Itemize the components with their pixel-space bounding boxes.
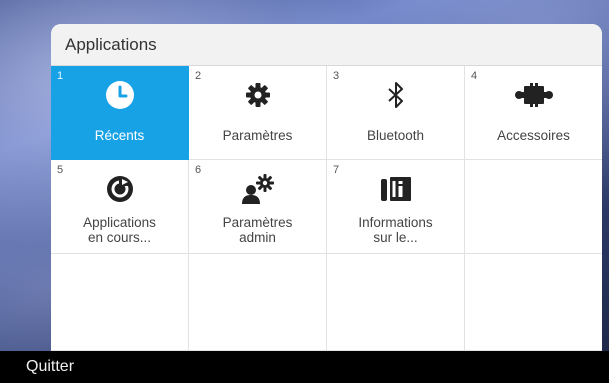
empty-tile: [327, 254, 465, 351]
tile-label: Bluetooth: [366, 128, 425, 143]
tile-label: Récents: [94, 128, 145, 143]
app-tile-phone-info[interactable]: 7 Informations sur le...: [327, 160, 465, 254]
tile-label-line1: Informations: [358, 215, 433, 230]
puzzle-icon: [465, 79, 602, 111]
empty-tile: [465, 160, 602, 254]
tile-label: Applications en cours...: [51, 215, 188, 245]
clock-icon: [51, 79, 188, 111]
gear-icon: [189, 79, 326, 111]
softkey-bar: Quitter: [0, 351, 609, 383]
applications-panel: Applications 1 Récents 2 Paramètres 3 Bl…: [51, 24, 602, 351]
exit-softkey[interactable]: Quitter: [26, 358, 74, 376]
admin-settings-icon: [189, 173, 326, 205]
phone-info-icon: [327, 173, 464, 205]
tile-label: Paramètres admin: [189, 215, 326, 245]
tile-label: Accessoires: [497, 128, 570, 143]
empty-tile: [465, 254, 602, 351]
tile-label-line2: sur le...: [373, 230, 418, 245]
tile-label-line1: Paramètres: [222, 215, 293, 230]
app-tile-running-apps[interactable]: 5 Applications en cours...: [51, 160, 189, 254]
tile-label-line1: Applications: [83, 215, 156, 230]
app-tile-recents[interactable]: 1 Récents: [51, 66, 189, 160]
app-grid: 1 Récents 2 Paramètres 3 Bluetooth 4 Acc…: [51, 66, 602, 351]
app-tile-accessories[interactable]: 4 Accessoires: [465, 66, 602, 160]
tile-label-line2: admin: [239, 230, 276, 245]
running-apps-icon: [51, 173, 188, 205]
empty-tile: [189, 254, 327, 351]
panel-title: Applications: [51, 24, 602, 66]
tile-label-line2: en cours...: [87, 230, 152, 245]
empty-tile: [51, 254, 189, 351]
tile-label: Paramètres: [222, 128, 293, 143]
app-tile-settings[interactable]: 2 Paramètres: [189, 66, 327, 160]
app-tile-admin-settings[interactable]: 6 Paramètres admin: [189, 160, 327, 254]
bluetooth-icon: [327, 79, 464, 111]
app-tile-bluetooth[interactable]: 3 Bluetooth: [327, 66, 465, 160]
tile-label: Informations sur le...: [327, 215, 464, 245]
